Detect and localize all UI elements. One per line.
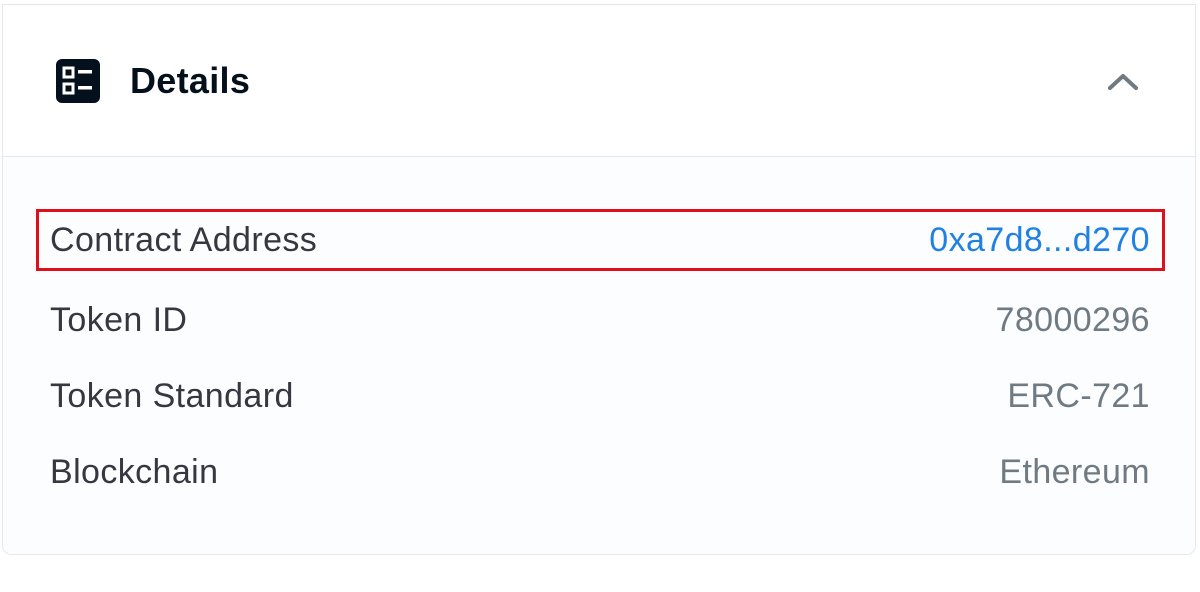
detail-label: Blockchain xyxy=(50,452,219,491)
details-list-icon xyxy=(56,59,100,103)
contract-address-link[interactable]: 0xa7d8...d270 xyxy=(929,221,1150,260)
detail-label: Token ID xyxy=(50,300,188,339)
detail-value: 78000296 xyxy=(995,300,1150,339)
details-body: Contract Address 0xa7d8...d270 Token ID … xyxy=(3,157,1195,554)
detail-row-contract-address: Contract Address 0xa7d8...d270 xyxy=(36,209,1165,271)
details-title: Details xyxy=(130,60,251,101)
detail-row-token-standard: Token Standard ERC-721 xyxy=(36,365,1165,427)
detail-row-blockchain: Blockchain Ethereum xyxy=(36,441,1165,503)
detail-row-token-id: Token ID 78000296 xyxy=(36,289,1165,351)
details-panel: Details Contract Address 0xa7d8...d270 T… xyxy=(2,4,1196,555)
detail-value: ERC-721 xyxy=(1007,376,1150,415)
details-header[interactable]: Details xyxy=(3,5,1195,157)
detail-label: Contract Address xyxy=(50,220,318,259)
chevron-up-icon[interactable] xyxy=(1105,69,1141,93)
detail-label: Token Standard xyxy=(50,376,294,415)
detail-value: Ethereum xyxy=(999,452,1150,491)
